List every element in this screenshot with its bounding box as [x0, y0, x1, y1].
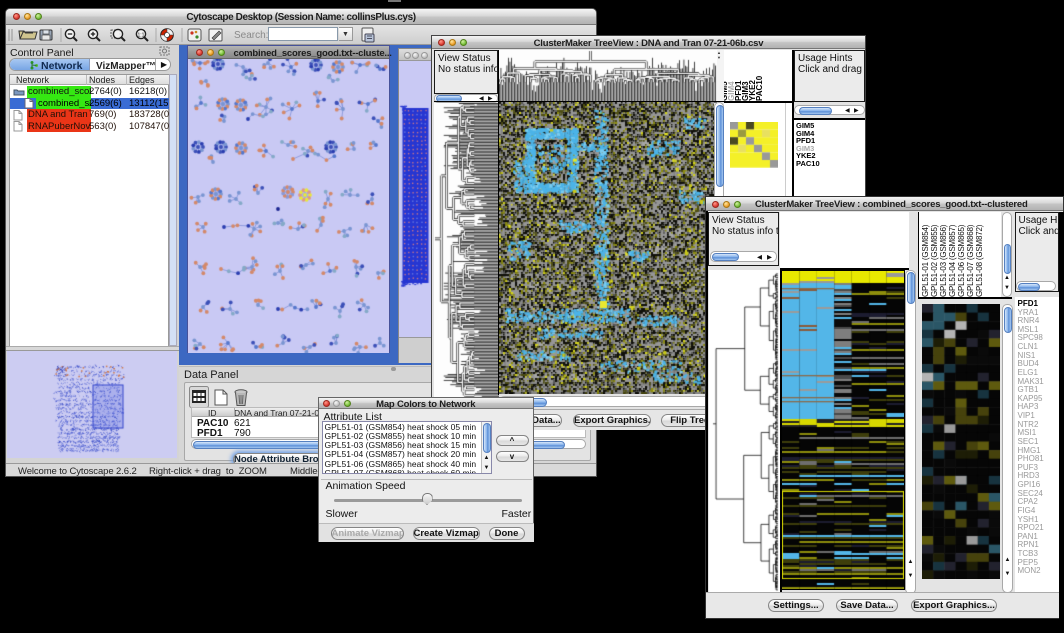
svg-text:1:1: 1:1 — [138, 33, 145, 39]
